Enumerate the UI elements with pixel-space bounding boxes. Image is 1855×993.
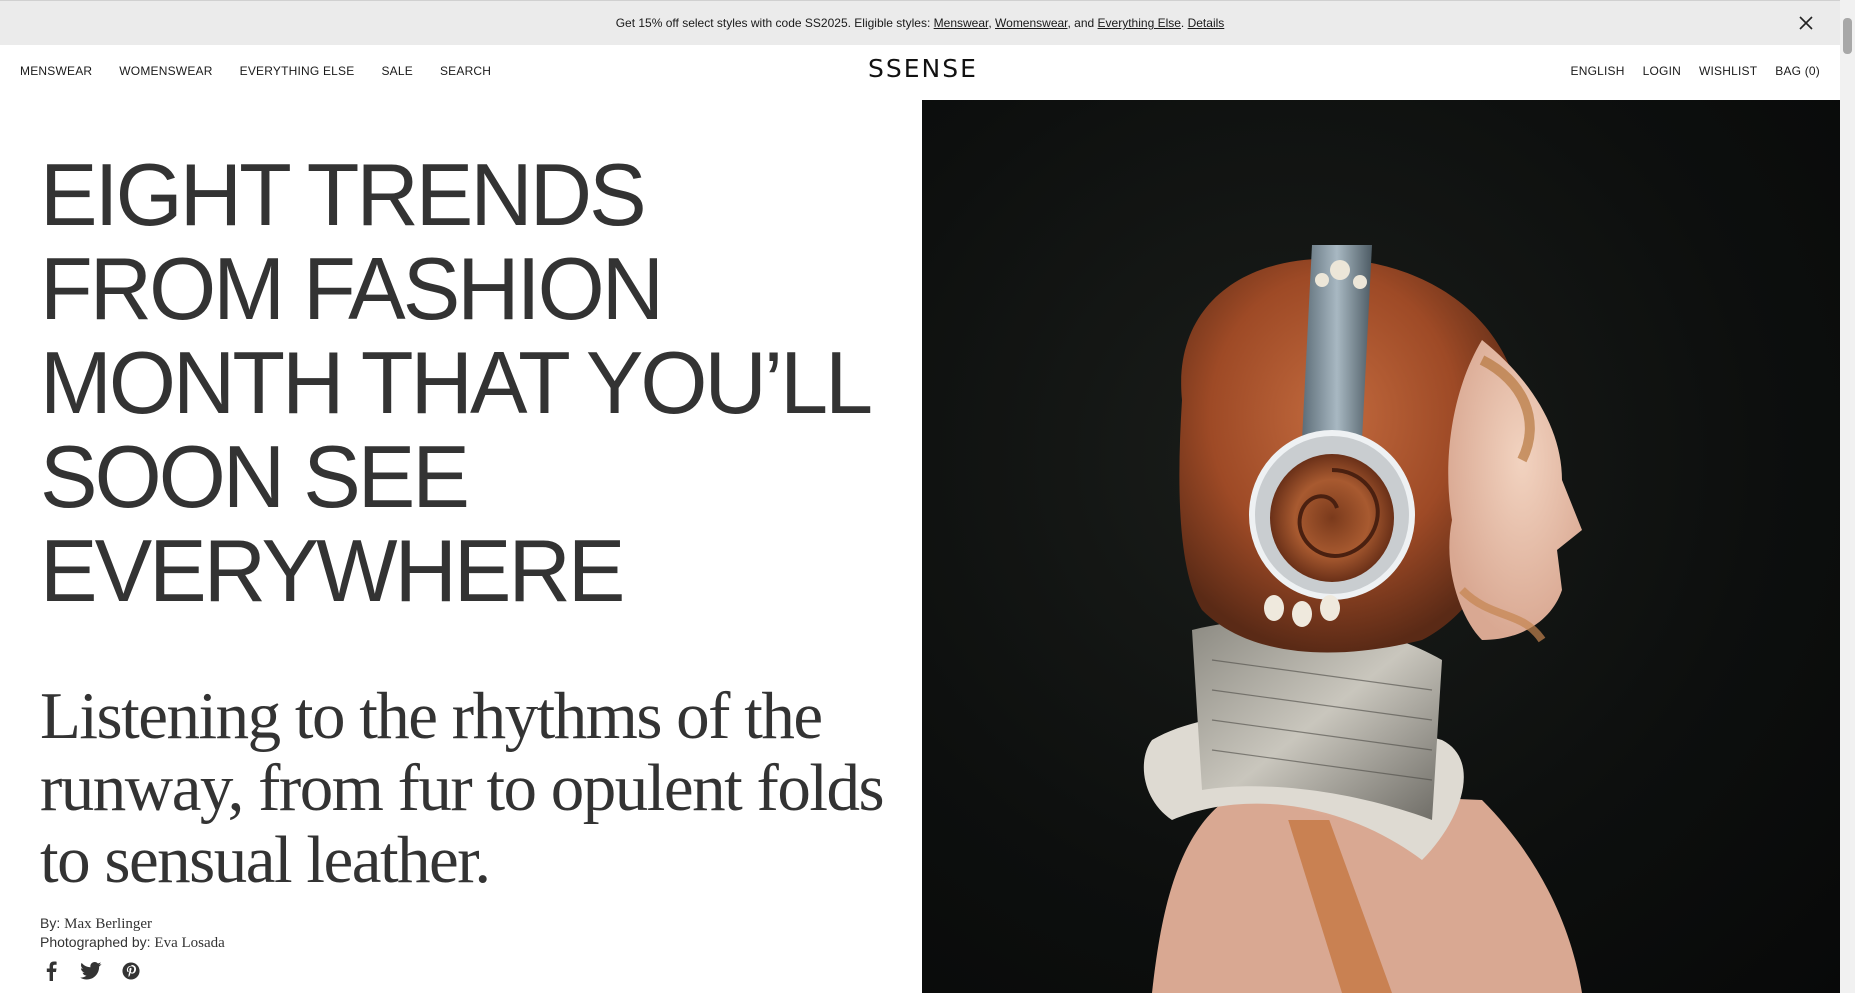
author-name: Max Berlinger <box>64 916 153 932</box>
nav-login[interactable]: LOGIN <box>1643 64 1681 78</box>
photo-credit: Photographed by: Eva Losada <box>40 933 225 952</box>
article-credits: By: Max Berlinger Photographed by: Eva L… <box>40 914 225 952</box>
promo-link-womenswear[interactable]: Womenswear <box>995 16 1067 30</box>
nav-everything-else[interactable]: EVERYTHING ELSE <box>240 64 355 78</box>
pinterest-icon[interactable] <box>120 960 142 982</box>
promo-link-details[interactable]: Details <box>1188 16 1225 30</box>
promo-link-everything-else[interactable]: Everything Else <box>1098 16 1181 30</box>
promo-separator: , and <box>1067 16 1098 30</box>
photographer-name: Eva Losada <box>154 935 225 951</box>
promo-text-lead: Get 15% off select styles with code SS20… <box>615 16 934 30</box>
promo-text: Get 15% off select styles with code SS20… <box>616 16 1225 30</box>
nav-menswear[interactable]: MENSWEAR <box>20 64 92 78</box>
nav-search[interactable]: SEARCH <box>440 64 491 78</box>
article-headline: EIGHT TRENDS FROM FASHION MONTH THAT YOU… <box>40 145 870 620</box>
byline: By: Max Berlinger <box>40 914 225 933</box>
twitter-icon[interactable] <box>80 960 102 982</box>
photo-credit-label: Photographed by: <box>40 934 155 950</box>
nav-bag[interactable]: BAG (0) <box>1775 64 1820 78</box>
nav-womenswear[interactable]: WOMENSWEAR <box>119 64 212 78</box>
nav-language[interactable]: ENGLISH <box>1571 64 1625 78</box>
social-share <box>40 960 142 982</box>
byline-label: By: <box>40 915 65 931</box>
site-header: MENSWEAR WOMENSWEAR EVERYTHING ELSE SALE… <box>0 45 1840 100</box>
site-logo[interactable]: SSENSE <box>868 54 978 83</box>
facebook-icon[interactable] <box>40 960 62 982</box>
primary-nav: MENSWEAR WOMENSWEAR EVERYTHING ELSE SALE… <box>20 64 491 78</box>
promo-separator: . <box>1180 16 1188 30</box>
nav-wishlist[interactable]: WISHLIST <box>1699 64 1757 78</box>
promo-banner: Get 15% off select styles with code SS20… <box>0 0 1840 45</box>
account-nav: ENGLISH LOGIN WISHLIST BAG (0) <box>1571 64 1820 78</box>
nav-sale[interactable]: SALE <box>381 64 413 78</box>
close-icon[interactable] <box>1796 13 1816 33</box>
hero-image <box>922 100 1843 993</box>
article-dek: Listening to the rhythms of the runway, … <box>40 679 885 897</box>
runway-photo <box>1143 245 1582 993</box>
page-scrollbar[interactable] <box>1840 0 1855 993</box>
scrollbar-thumb[interactable] <box>1843 18 1852 54</box>
promo-link-menswear[interactable]: Menswear <box>934 16 989 30</box>
